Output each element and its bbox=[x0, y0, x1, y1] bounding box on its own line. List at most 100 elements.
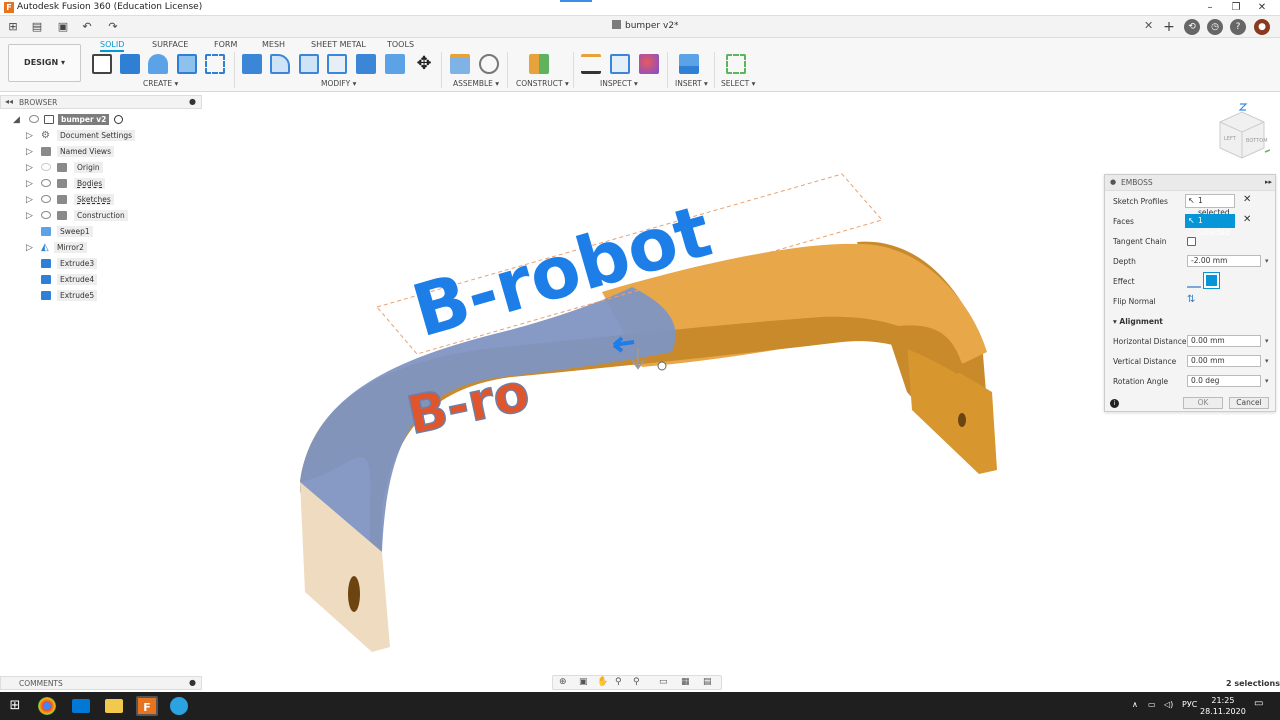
cancel-button[interactable]: Cancel bbox=[1229, 397, 1269, 409]
tree-item-extrude5[interactable]: Extrude5 bbox=[0, 288, 202, 304]
depth-input[interactable]: -2.00 mm bbox=[1187, 255, 1261, 267]
close-button[interactable]: ✕ bbox=[1248, 0, 1276, 16]
clear-faces-icon[interactable]: ✕ bbox=[1243, 214, 1251, 225]
visibility-eye-icon[interactable] bbox=[41, 179, 51, 187]
mail-icon[interactable] bbox=[72, 699, 90, 713]
volume-icon[interactable]: ◁) bbox=[1164, 700, 1173, 709]
orbit-icon[interactable]: ⊕ bbox=[559, 677, 567, 687]
modify-group-label[interactable]: MODIFY ▾ bbox=[321, 79, 356, 88]
expand-arrow-icon[interactable]: ▷ bbox=[26, 195, 33, 205]
inspect-group-label[interactable]: INSPECT ▾ bbox=[600, 79, 638, 88]
rotation-angle-dropdown-icon[interactable]: ▾ bbox=[1265, 377, 1269, 385]
dialog-collapse-icon[interactable]: ● bbox=[1110, 178, 1116, 186]
redo-icon[interactable]: ↷ bbox=[104, 19, 122, 35]
fillet-icon[interactable] bbox=[270, 54, 290, 74]
telegram-icon[interactable] bbox=[170, 697, 188, 715]
tab-form[interactable]: FORM bbox=[214, 40, 237, 49]
document-tab[interactable]: bumper v2* bbox=[612, 20, 679, 31]
shell-icon[interactable] bbox=[327, 54, 347, 74]
dialog-expand-icon[interactable]: ▸▸ bbox=[1265, 178, 1272, 186]
file-menu-icon[interactable]: ▤ bbox=[28, 19, 46, 35]
tab-solid[interactable]: SOLID bbox=[100, 40, 125, 52]
press-pull-icon[interactable] bbox=[242, 54, 262, 74]
tangent-chain-checkbox[interactable] bbox=[1187, 237, 1196, 246]
joint-icon[interactable] bbox=[479, 54, 499, 74]
measure-icon[interactable] bbox=[581, 54, 601, 74]
pattern-icon[interactable] bbox=[205, 54, 225, 74]
zebra-analysis-icon[interactable] bbox=[639, 54, 659, 74]
vertical-distance-dropdown-icon[interactable]: ▾ bbox=[1265, 357, 1269, 365]
extensions-icon[interactable]: ⟲ bbox=[1184, 19, 1200, 35]
faces-selector[interactable]: ↖ 1 selected bbox=[1185, 214, 1235, 237]
expand-arrow-icon[interactable]: ▷ bbox=[26, 163, 33, 173]
alignment-section[interactable]: ▾ Alignment bbox=[1113, 317, 1163, 326]
vertical-distance-input[interactable]: 0.00 mm bbox=[1187, 355, 1261, 367]
viewports-icon[interactable]: ▤ bbox=[703, 677, 712, 687]
activate-radio-icon[interactable] bbox=[114, 115, 123, 124]
offset-plane-icon[interactable] bbox=[529, 54, 549, 74]
browser-header[interactable]: ◂◂ BROWSER ● bbox=[0, 95, 202, 109]
sketch-profiles-selector[interactable]: ↖ 1 selected bbox=[1185, 194, 1235, 217]
visibility-eye-icon[interactable] bbox=[41, 195, 51, 203]
file-explorer-icon[interactable] bbox=[105, 699, 123, 713]
tab-tools[interactable]: TOOLS bbox=[387, 40, 414, 49]
expand-arrow-icon[interactable]: ▷ bbox=[26, 147, 33, 157]
chrome-icon[interactable] bbox=[38, 697, 56, 715]
chamfer-icon[interactable] bbox=[299, 54, 319, 74]
rotation-angle-input[interactable]: 0.0 deg bbox=[1187, 375, 1261, 387]
avatar[interactable]: ● bbox=[1254, 19, 1270, 35]
select-group-label[interactable]: SELECT ▾ bbox=[721, 79, 755, 88]
tray-arrow-icon[interactable]: ∧ bbox=[1132, 700, 1138, 709]
windows-start-icon[interactable]: ⊞ bbox=[4, 696, 26, 716]
network-icon[interactable]: ▭ bbox=[1148, 700, 1156, 709]
emboss-dialog-header[interactable]: ● EMBOSS ▸▸ bbox=[1105, 175, 1275, 191]
create-group-label[interactable]: CREATE ▾ bbox=[143, 79, 178, 88]
create-sketch-icon[interactable] bbox=[92, 54, 112, 74]
expand-arrow-icon[interactable]: ▷ bbox=[26, 131, 33, 141]
display-settings-icon[interactable]: ▭ bbox=[659, 677, 668, 687]
insert-image-icon[interactable] bbox=[679, 54, 699, 74]
horizontal-distance-dropdown-icon[interactable]: ▾ bbox=[1265, 337, 1269, 345]
tree-item-construction[interactable]: ▷ Construction bbox=[0, 208, 202, 224]
workspace-switcher[interactable]: DESIGN ▾ bbox=[8, 44, 81, 82]
pin-icon[interactable]: ● bbox=[189, 97, 196, 106]
visibility-eye-icon[interactable] bbox=[41, 211, 51, 219]
collapse-icon[interactable]: ◂◂ bbox=[5, 97, 13, 106]
depth-dropdown-icon[interactable]: ▾ bbox=[1265, 257, 1269, 265]
model-viewport[interactable]: B-robot B-ro bbox=[202, 92, 1102, 672]
tree-item-origin[interactable]: ▷ Origin bbox=[0, 160, 202, 176]
tree-item-extrude3[interactable]: Extrude3 bbox=[0, 256, 202, 272]
app-grid-icon[interactable]: ⊞ bbox=[4, 19, 22, 35]
language-indicator[interactable]: РУС bbox=[1182, 700, 1197, 709]
combine-icon[interactable] bbox=[356, 54, 376, 74]
expand-arrow-icon[interactable]: ▷ bbox=[26, 211, 33, 221]
close-tab-icon[interactable]: ✕ bbox=[1144, 19, 1153, 32]
view-cube[interactable]: LEFT BOTTOM bbox=[1212, 102, 1270, 162]
visibility-eye-icon[interactable] bbox=[29, 115, 39, 123]
position-handle-icon[interactable] bbox=[657, 361, 667, 371]
tree-item-document-settings[interactable]: ▷ ⚙ Document Settings bbox=[0, 128, 202, 144]
tree-item-named-views[interactable]: ▷ Named Views bbox=[0, 144, 202, 160]
job-status-icon[interactable]: ◷ bbox=[1207, 19, 1223, 35]
tree-root[interactable]: ◢ bumper v2 bbox=[0, 112, 202, 128]
clock[interactable]: 21:25 28.11.2020 bbox=[1200, 695, 1246, 717]
visibility-eye-icon[interactable] bbox=[41, 163, 51, 171]
expand-arrow-icon[interactable]: ▷ bbox=[26, 179, 33, 189]
tree-item-extrude4[interactable]: Extrude4 bbox=[0, 272, 202, 288]
tree-item-mirror2[interactable]: ▷ ◭ Mirror2 bbox=[0, 240, 202, 256]
zoom-window-icon[interactable]: ⚲ bbox=[633, 677, 640, 687]
maximize-button[interactable]: ❐ bbox=[1222, 0, 1250, 16]
emboss-effect-icon[interactable] bbox=[1187, 274, 1201, 288]
revolve-icon[interactable] bbox=[148, 54, 168, 74]
horizontal-distance-input[interactable]: 0.00 mm bbox=[1187, 335, 1261, 347]
assemble-group-label[interactable]: ASSEMBLE ▾ bbox=[453, 79, 499, 88]
expand-arrow-icon[interactable]: ◢ bbox=[13, 115, 20, 125]
new-component-icon[interactable] bbox=[450, 54, 470, 74]
select-window-icon[interactable] bbox=[726, 54, 746, 74]
tab-sheet-metal[interactable]: SHEET METAL bbox=[311, 40, 366, 49]
tree-item-bodies[interactable]: ▷ Bodies bbox=[0, 176, 202, 192]
grid-settings-icon[interactable]: ▦ bbox=[681, 677, 690, 687]
engrave-effect-icon[interactable] bbox=[1203, 272, 1220, 289]
notifications-icon[interactable]: ▭ bbox=[1254, 698, 1263, 709]
look-at-icon[interactable]: ▣ bbox=[579, 677, 588, 687]
